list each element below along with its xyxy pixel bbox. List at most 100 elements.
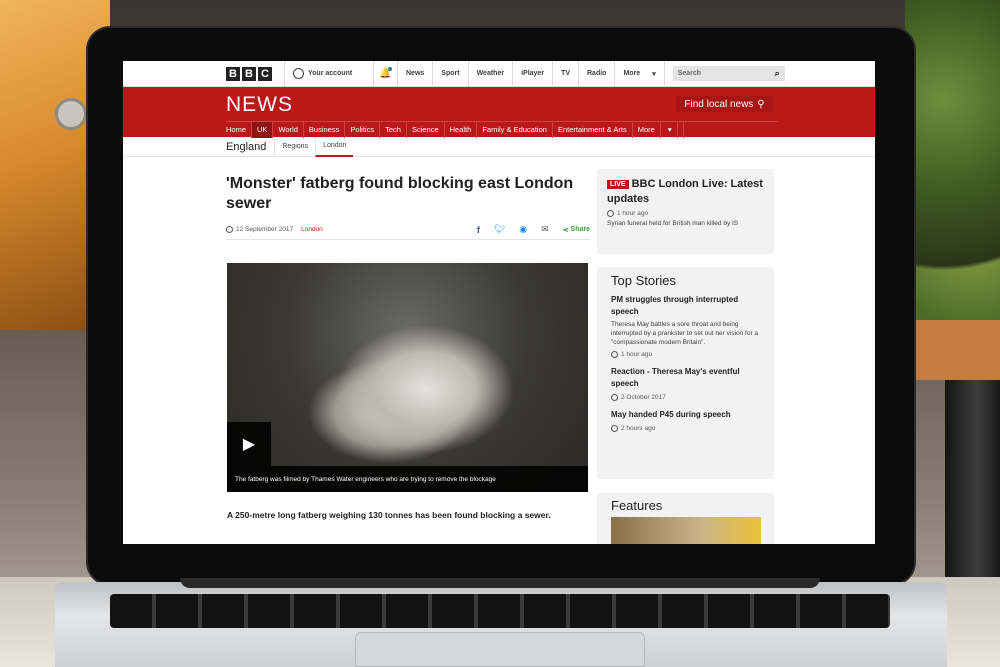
live-title: BBC London Live: Latest updates (607, 178, 763, 205)
laptop-hinge (180, 578, 820, 588)
nav-world[interactable]: World (273, 121, 304, 138)
article-date: 12 September 2017 (236, 226, 294, 233)
news-logo[interactable]: NEWS (226, 93, 293, 117)
story-meta: 2 October 2017 (611, 394, 760, 401)
share-icon: ⋖ (562, 226, 569, 234)
story-title: May handed P45 during speech (611, 410, 731, 419)
trackpad (355, 632, 645, 667)
features-box: Features (597, 493, 774, 544)
nav-home[interactable]: Home (226, 121, 253, 138)
live-latest-line: Syrian funeral held for British man kill… (607, 220, 739, 227)
search-placeholder: Search (677, 70, 702, 77)
bbc-logo-letter: B (226, 66, 240, 81)
article-headline: 'Monster' fatberg found blocking east Lo… (226, 175, 574, 212)
lamp-knob (55, 98, 87, 130)
story-meta: 1 hour ago (611, 351, 760, 358)
browser-screen: B B C Your account 🔔 News Sport Weather … (123, 61, 875, 544)
story-item[interactable]: PM struggles through interrupted speech … (611, 294, 760, 358)
share-label: Share (570, 226, 590, 233)
top-stories-title: Top Stories (611, 273, 677, 288)
notification-dot (388, 66, 392, 71)
plant (905, 0, 1000, 330)
nav-entertainment-arts[interactable]: Entertainment & Arts (553, 121, 633, 138)
topnav-radio[interactable]: Radio (579, 61, 616, 87)
topnav-sport[interactable]: Sport (433, 61, 469, 87)
nav-politics[interactable]: Politics (345, 121, 381, 138)
sub-nav: England Regions London (123, 136, 875, 157)
account-icon (293, 68, 304, 79)
search-input[interactable]: Search ⌕ (672, 66, 785, 81)
video-caption: The fatberg was filmed by Thames Water e… (227, 466, 588, 492)
chevron-down-icon: ▾ (652, 70, 656, 78)
top-stories-box: Top Stories PM struggles through interru… (597, 267, 774, 479)
story-title: Reaction - Theresa May's eventful speech (611, 367, 740, 388)
topnav-iplayer[interactable]: iPlayer (513, 61, 554, 87)
story-title: PM struggles through interrupted speech (611, 295, 739, 316)
search-icon: ⌕ (774, 68, 780, 78)
live-title-line: LIVE BBC London Live: Latest updates (607, 177, 764, 206)
live-updates-box[interactable]: LIVE BBC London Live: Latest updates 1 ho… (597, 169, 774, 254)
topnav-more[interactable]: More ▾ (615, 61, 665, 87)
article-location[interactable]: London (301, 226, 323, 233)
bbc-logo-letter: B (242, 66, 256, 81)
topnav-weather[interactable]: Weather (469, 61, 514, 87)
subnav-regions[interactable]: Regions (274, 136, 315, 157)
clock-icon (611, 394, 618, 401)
topnav-more-label: More (623, 70, 641, 77)
main-nav: Home UK World Business Politics Tech Sci… (226, 121, 778, 138)
facebook-icon[interactable]: f (477, 225, 480, 235)
nav-more[interactable]: More ▾ (633, 121, 684, 138)
story-time: 2 October 2017 (621, 394, 666, 401)
story-meta: 2 hours ago (611, 425, 760, 432)
bbc-logo-letter: C (258, 66, 272, 81)
article-meta: 12 September 2017 London f 🐦︎ ◉ ✉ ⋖ Share (226, 224, 590, 240)
location-pin-icon: ⚲ (757, 98, 765, 110)
subnav-title[interactable]: England (226, 141, 266, 153)
nav-science[interactable]: Science (407, 121, 445, 138)
messenger-icon[interactable]: ◉ (519, 224, 527, 235)
email-icon[interactable]: ✉ (541, 224, 549, 235)
find-local-label: Find local news (684, 98, 754, 110)
share-tools: f 🐦︎ ◉ ✉ ⋖ Share (477, 224, 590, 235)
account-label: Your account (308, 70, 353, 77)
share-button[interactable]: ⋖ Share (563, 226, 590, 234)
story-summary: Theresa May battles a sore throat and be… (611, 321, 759, 346)
nav-more-label: More (638, 121, 661, 138)
nav-health[interactable]: Health (445, 121, 478, 138)
clock-icon (611, 351, 618, 358)
keyboard-row (110, 594, 890, 628)
topnav-tv[interactable]: TV (553, 61, 579, 87)
news-header: NEWS Find local news ⚲ Home UK World Bus… (123, 87, 875, 138)
video-player[interactable]: ▶ The fatberg was filmed by Thames Water… (227, 263, 588, 492)
play-icon: ▶ (242, 436, 256, 453)
nav-family-education[interactable]: Family & Education (477, 121, 553, 138)
features-title: Features (611, 498, 663, 513)
chevron-down-icon: ▾ (663, 121, 678, 138)
notifications-button[interactable]: 🔔 (374, 61, 398, 87)
twitter-icon[interactable]: 🐦︎ (494, 224, 505, 235)
article: 'Monster' fatberg found blocking east Lo… (226, 174, 590, 240)
story-item[interactable]: Reaction - Theresa May's eventful speech… (611, 366, 760, 401)
article-lead: A 250-metre long fatberg weighing 130 to… (227, 510, 551, 520)
feature-image[interactable] (611, 517, 761, 544)
story-item[interactable]: May handed P45 during speech 2 hours ago (611, 409, 760, 432)
live-meta: 1 hour ago (607, 210, 764, 217)
story-time: 1 hour ago (621, 351, 653, 358)
play-button[interactable]: ▶ (227, 422, 271, 466)
live-badge: LIVE (607, 180, 629, 189)
account-link[interactable]: Your account (284, 61, 374, 87)
bbc-topbar: B B C Your account 🔔 News Sport Weather … (123, 61, 875, 87)
nav-uk[interactable]: UK (252, 121, 274, 138)
nav-business[interactable]: Business (304, 121, 346, 138)
find-local-news-button[interactable]: Find local news ⚲ (676, 96, 773, 112)
topnav-news[interactable]: News (398, 61, 434, 87)
clock-icon (226, 226, 233, 233)
live-time: 1 hour ago (617, 210, 649, 217)
nav-tech[interactable]: Tech (380, 121, 407, 138)
plant-pot (910, 320, 1000, 380)
clock-icon (611, 425, 618, 432)
subnav-london[interactable]: London (315, 136, 354, 157)
bbc-logo[interactable]: B B C (226, 66, 272, 81)
story-time: 2 hours ago (621, 425, 656, 432)
clock-icon (607, 210, 614, 217)
